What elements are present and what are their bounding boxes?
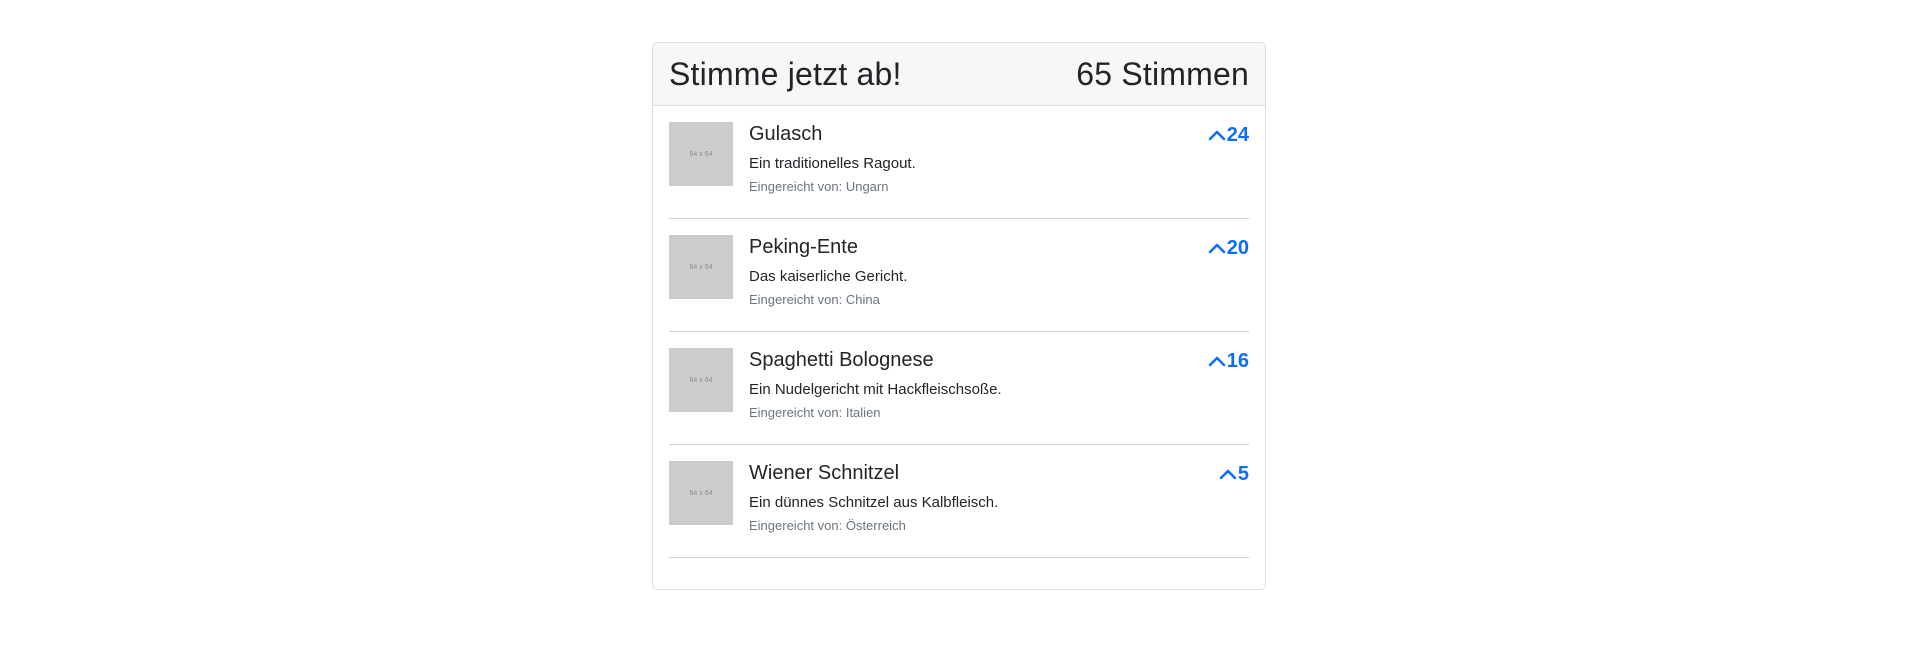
item-list: 64 x 64 Gulasch Ein traditionelles Ragou… (653, 106, 1265, 558)
list-item: 64 x 64 Gulasch Ein traditionelles Ragou… (669, 106, 1249, 219)
thumbnail-image: 64 x 64 (669, 348, 733, 412)
vote-count: 24 (1226, 124, 1249, 146)
voting-card: Stimme jetzt ab! 65 Stimmen 64 x 64 Gula… (652, 42, 1266, 590)
item-description: Ein dünnes Schnitzel aus Kalbfleisch. (749, 494, 999, 511)
item-title: Wiener Schnitzel (749, 462, 900, 484)
item-submitted-by: Eingereicht von: Österreich (749, 518, 906, 533)
item-description: Ein traditionelles Ragout. (749, 155, 916, 172)
chevron-up-icon (1208, 130, 1226, 141)
total-votes: 65 Stimmen (1076, 55, 1249, 92)
vote-count: 5 (1237, 463, 1249, 485)
vote-count: 16 (1226, 350, 1249, 372)
item-submitted-by: Eingereicht von: Italien (749, 405, 881, 420)
list-item: 64 x 64 Peking-Ente Das kaiserliche Geri… (669, 219, 1249, 332)
vote-count: 20 (1226, 237, 1249, 259)
item-description: Das kaiserliche Gericht. (749, 268, 908, 285)
chevron-up-icon (1208, 356, 1226, 367)
item-description: Ein Nudelgericht mit Hackfleischsoße. (749, 381, 1002, 398)
item-content: Gulasch Ein traditionelles Ragout. Einge… (749, 122, 1249, 195)
list-item: 64 x 64 Spaghetti Bolognese Ein Nudelger… (669, 332, 1249, 445)
item-content: Spaghetti Bolognese Ein Nudelgericht mit… (749, 348, 1249, 421)
chevron-up-icon (1208, 243, 1226, 254)
item-title: Spaghetti Bolognese (749, 349, 934, 371)
thumbnail-image: 64 x 64 (669, 122, 733, 186)
upvote-button[interactable]: 16 (1208, 349, 1249, 373)
chevron-up-icon (1219, 469, 1237, 480)
thumbnail-image: 64 x 64 (669, 235, 733, 299)
list-item: 64 x 64 Wiener Schnitzel Ein dünnes Schn… (669, 445, 1249, 558)
upvote-button[interactable]: 5 (1219, 462, 1249, 486)
upvote-button[interactable]: 20 (1208, 236, 1249, 260)
item-title: Gulasch (749, 123, 823, 145)
page-title: Stimme jetzt ab! (669, 55, 902, 92)
item-title: Peking-Ente (749, 236, 858, 258)
card-header: Stimme jetzt ab! 65 Stimmen (653, 43, 1265, 106)
item-submitted-by: Eingereicht von: China (749, 292, 880, 307)
item-content: Peking-Ente Das kaiserliche Gericht. Ein… (749, 235, 1249, 308)
upvote-button[interactable]: 24 (1208, 123, 1249, 147)
item-submitted-by: Eingereicht von: Ungarn (749, 179, 889, 194)
thumbnail-image: 64 x 64 (669, 461, 733, 525)
item-content: Wiener Schnitzel Ein dünnes Schnitzel au… (749, 461, 1249, 534)
